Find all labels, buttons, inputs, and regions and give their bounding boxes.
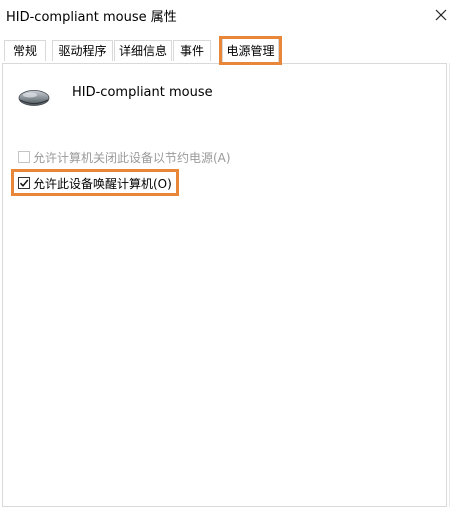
option-highlight-box — [11, 169, 179, 196]
allow-power-off-label: 允许计算机关闭此设备以节约电源(A) — [33, 150, 231, 165]
tab-details[interactable]: 详细信息 — [114, 40, 172, 61]
tab-highlight-box — [219, 36, 282, 65]
device-name: HID-compliant mouse — [72, 85, 213, 100]
tab-driver[interactable]: 驱动程序 — [52, 40, 113, 61]
close-button[interactable] — [426, 0, 456, 30]
allow-power-off-checkbox[interactable] — [18, 151, 30, 163]
panel-edge — [449, 63, 450, 507]
tab-events[interactable]: 事件 — [173, 40, 211, 61]
tab-general[interactable]: 常规 — [4, 40, 46, 61]
allow-power-off-option[interactable]: 允许计算机关闭此设备以节约电源(A) — [18, 148, 231, 166]
mouse-icon — [18, 90, 50, 106]
title-bar: HID-compliant mouse 属性 — [0, 0, 460, 30]
close-icon — [435, 9, 447, 21]
tab-panel — [2, 63, 447, 507]
window-title: HID-compliant mouse 属性 — [6, 10, 177, 25]
